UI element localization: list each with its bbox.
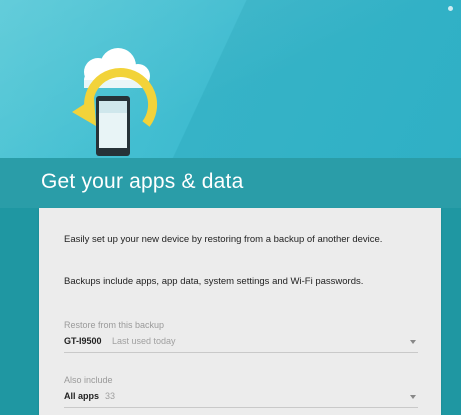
also-include-label: Also include: [64, 375, 113, 385]
also-include-count: 33: [105, 391, 116, 401]
phone-icon: [96, 96, 130, 156]
hero-banner: [0, 0, 461, 158]
restore-backup-dropdown[interactable]: GT-I9500 Last used today: [64, 334, 418, 353]
restore-backup-label: Restore from this backup: [64, 320, 165, 330]
restore-device-name: GT-I9500: [64, 336, 102, 346]
also-include-value: All apps: [64, 391, 100, 401]
content-area: Easily set up your new device by restori…: [0, 208, 461, 415]
also-include-dropdown[interactable]: All apps 33: [64, 389, 418, 408]
page-header: Get your apps & data: [0, 158, 461, 208]
cloud-restore-phone-icon: [72, 48, 158, 156]
page-title: Get your apps & data: [41, 170, 244, 193]
restore-card: Easily set up your new device by restori…: [39, 208, 441, 415]
backups-info-text: Backups include apps, app data, system s…: [64, 276, 364, 287]
chevron-down-icon: [410, 395, 416, 399]
restore-last-used: Last used today: [112, 336, 176, 346]
status-dot-icon: [448, 6, 453, 11]
chevron-down-icon: [410, 340, 416, 344]
intro-text: Easily set up your new device by restori…: [64, 234, 383, 245]
